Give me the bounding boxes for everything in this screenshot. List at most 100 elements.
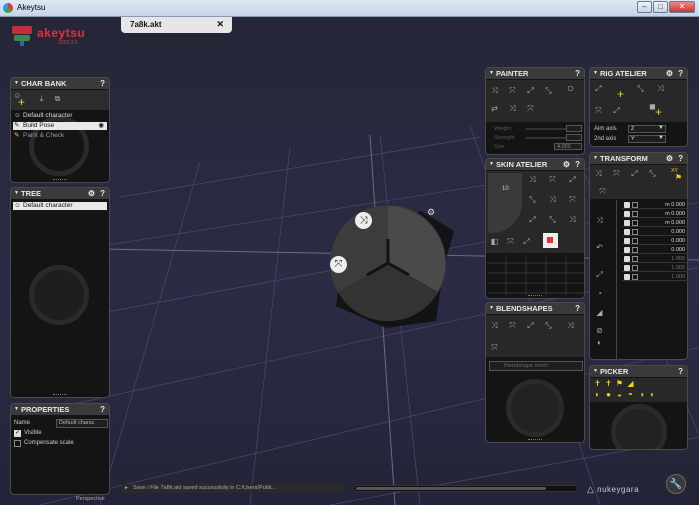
resize-grip[interactable] <box>53 394 67 396</box>
skin-tool-icon[interactable]: ⤢ <box>522 237 531 246</box>
blendshape-tool-icon[interactable]: ⤢ <box>526 321 535 330</box>
brush-icon[interactable]: ⤨ <box>490 86 499 95</box>
picker-tool-icon[interactable]: ◐ <box>648 390 657 399</box>
name-field[interactable]: Default charac <box>56 419 108 428</box>
select-icon[interactable]: ◧ <box>490 237 499 246</box>
blendshape-tool-icon[interactable]: ⤧ <box>508 321 517 330</box>
split-joint-icon[interactable]: ⤢ <box>612 106 621 115</box>
brush-circle-icon[interactable]: ○ <box>566 82 575 94</box>
manipulator-settings-icon[interactable]: ⚙ <box>427 207 435 218</box>
skin-tool-icon[interactable]: ⤡ <box>548 215 557 224</box>
minimize-button[interactable]: – <box>637 1 652 13</box>
help-icon[interactable]: ? <box>575 303 580 314</box>
picker-tool-icon[interactable]: ✝ <box>593 379 602 388</box>
blendshapes-header[interactable]: ▼ BLENDSHAPES ? <box>486 303 584 314</box>
picker-tool-icon[interactable]: ◐ <box>593 390 602 399</box>
add-blendshape-icon[interactable]: ⤨ <box>490 321 499 330</box>
rig-atelier-header[interactable]: ▼ RIG ATELIER ⚙ ? <box>590 68 687 79</box>
picker-tool-icon[interactable]: ● <box>604 390 613 399</box>
picker-tool-icon[interactable]: ◑ <box>637 390 646 399</box>
strength-slider[interactable] <box>526 137 566 139</box>
rotate-x-handle-icon[interactable]: ⤨ <box>355 212 372 229</box>
list-item[interactable]: ☺ Default character <box>13 112 107 120</box>
frame-icon[interactable]: ⤧ <box>598 187 607 196</box>
skin-value-dial[interactable] <box>488 173 522 233</box>
close-tab-icon[interactable]: ✕ <box>216 19 224 30</box>
weight-slider[interactable] <box>526 128 566 130</box>
collapse-arrow-icon[interactable]: ▼ <box>489 159 494 170</box>
gear-icon[interactable]: ⚙ <box>666 68 673 79</box>
orient-icon[interactable]: ⤨ <box>656 84 665 93</box>
picker-tool-icon[interactable]: ◓ <box>626 390 635 399</box>
reset-icon[interactable]: ⤡ <box>648 169 657 178</box>
transform-row-5[interactable]: 0.000 <box>622 246 688 254</box>
gear-icon[interactable]: ⚙ <box>563 159 570 170</box>
create-joint-icon[interactable]: ⤢ <box>594 84 603 93</box>
properties-header[interactable]: ▼ PROPERTIES ? <box>11 404 109 415</box>
remove-weight-icon[interactable]: ⤡ <box>544 86 553 95</box>
help-icon[interactable]: ? <box>678 68 683 79</box>
chevron-down-icon[interactable]: ▼ <box>658 125 664 131</box>
help-icon[interactable]: ? <box>100 78 105 89</box>
world-space-icon[interactable]: ⚑ <box>674 173 683 182</box>
flood-icon[interactable]: ⤨ <box>508 104 517 113</box>
tree-header[interactable]: ▼ TREE ⚙ ? <box>11 188 109 199</box>
transform-row-0[interactable]: m 0.000 <box>622 201 688 209</box>
chevron-down-icon[interactable]: ▼ <box>658 135 664 141</box>
collapse-arrow-icon[interactable]: ▼ <box>14 404 19 415</box>
mirror-icon[interactable]: ⇄ <box>490 104 499 113</box>
copy-weight-icon[interactable]: ⤧ <box>526 104 535 113</box>
transform-row-1[interactable]: m 0.000 <box>622 210 688 218</box>
add-joint-icon[interactable]: + <box>616 88 625 100</box>
help-icon[interactable]: ? <box>100 404 105 415</box>
collapse-arrow-icon[interactable]: ▼ <box>593 366 598 377</box>
strength-field[interactable] <box>566 134 582 141</box>
translate-icon[interactable]: ⤨ <box>594 169 603 178</box>
skin-tool-icon[interactable]: ⤧ <box>506 237 515 246</box>
resize-grip[interactable] <box>528 439 542 441</box>
link-icon[interactable]: ⊘ <box>595 326 604 335</box>
skin-tool-icon[interactable]: ⤨ <box>548 195 557 204</box>
collapse-arrow-icon[interactable]: ▼ <box>14 78 19 89</box>
skin-tool-icon[interactable]: ⤢ <box>528 215 537 224</box>
skin-atelier-header[interactable]: ▼ SKIN ATELIER ⚙ ? <box>486 159 584 170</box>
reskin-icon[interactable]: ⤢ <box>568 175 577 184</box>
list-item[interactable]: ✎ Build Pose ◉ <box>13 122 107 130</box>
add-character-icon[interactable]: + <box>17 96 26 108</box>
import-icon[interactable]: ⤓ <box>37 94 46 103</box>
add-camera-icon[interactable]: + <box>654 106 663 118</box>
transform-row-4[interactable]: 0.000 <box>622 237 688 245</box>
compensate-scale-checkbox[interactable] <box>14 440 21 447</box>
transform-row-6[interactable]: 1.000 <box>622 255 688 263</box>
help-icon[interactable]: ? <box>575 68 580 79</box>
resize-grip[interactable] <box>528 295 542 297</box>
picker-tool-icon[interactable]: ◢ <box>626 379 635 388</box>
wrench-icon[interactable]: 🔧 <box>666 474 686 494</box>
collapse-arrow-icon[interactable]: ▼ <box>593 153 598 164</box>
blendshape-tool-icon[interactable]: ⤡ <box>544 321 553 330</box>
blendshape-tool-icon[interactable]: ⤨ <box>566 321 575 330</box>
tree-item[interactable]: ☺ Default character <box>13 202 107 210</box>
painter-header[interactable]: ▼ PAINTER ? <box>486 68 584 79</box>
help-icon[interactable]: ? <box>100 188 105 199</box>
help-icon[interactable]: ? <box>575 159 580 170</box>
close-button[interactable]: ✕ <box>669 1 695 13</box>
skin-tool-icon[interactable]: ⤨ <box>568 215 577 224</box>
bind-icon[interactable]: ⤨ <box>528 175 537 184</box>
rotation-manipulator[interactable]: ⤨ ⤧ ⚙ <box>326 205 454 330</box>
scale-icon[interactable]: ⤢ <box>630 169 639 178</box>
mirror-joint-icon[interactable]: ⤧ <box>594 106 603 115</box>
picker-tool-icon[interactable]: ✝ <box>604 379 613 388</box>
help-icon[interactable]: ? <box>678 366 683 377</box>
skin-tool-icon[interactable]: ⤧ <box>568 195 577 204</box>
blendshape-tool-icon[interactable]: ⤧ <box>490 343 499 352</box>
document-tab[interactable]: 7a8k.akt ✕ <box>121 17 232 33</box>
rotate-y-handle-icon[interactable]: ⤧ <box>330 256 347 273</box>
unbind-icon[interactable]: ⤧ <box>548 175 557 184</box>
picker-header[interactable]: ▼ PICKER ? <box>590 366 687 377</box>
collapse-arrow-icon[interactable]: ▼ <box>489 303 494 314</box>
transform-row-3[interactable]: 0.000 <box>622 228 688 236</box>
parent-icon[interactable]: ⤡ <box>636 84 645 93</box>
duplicate-icon[interactable]: ⧉ <box>53 94 62 103</box>
color-picker-icon[interactable] <box>543 233 558 248</box>
